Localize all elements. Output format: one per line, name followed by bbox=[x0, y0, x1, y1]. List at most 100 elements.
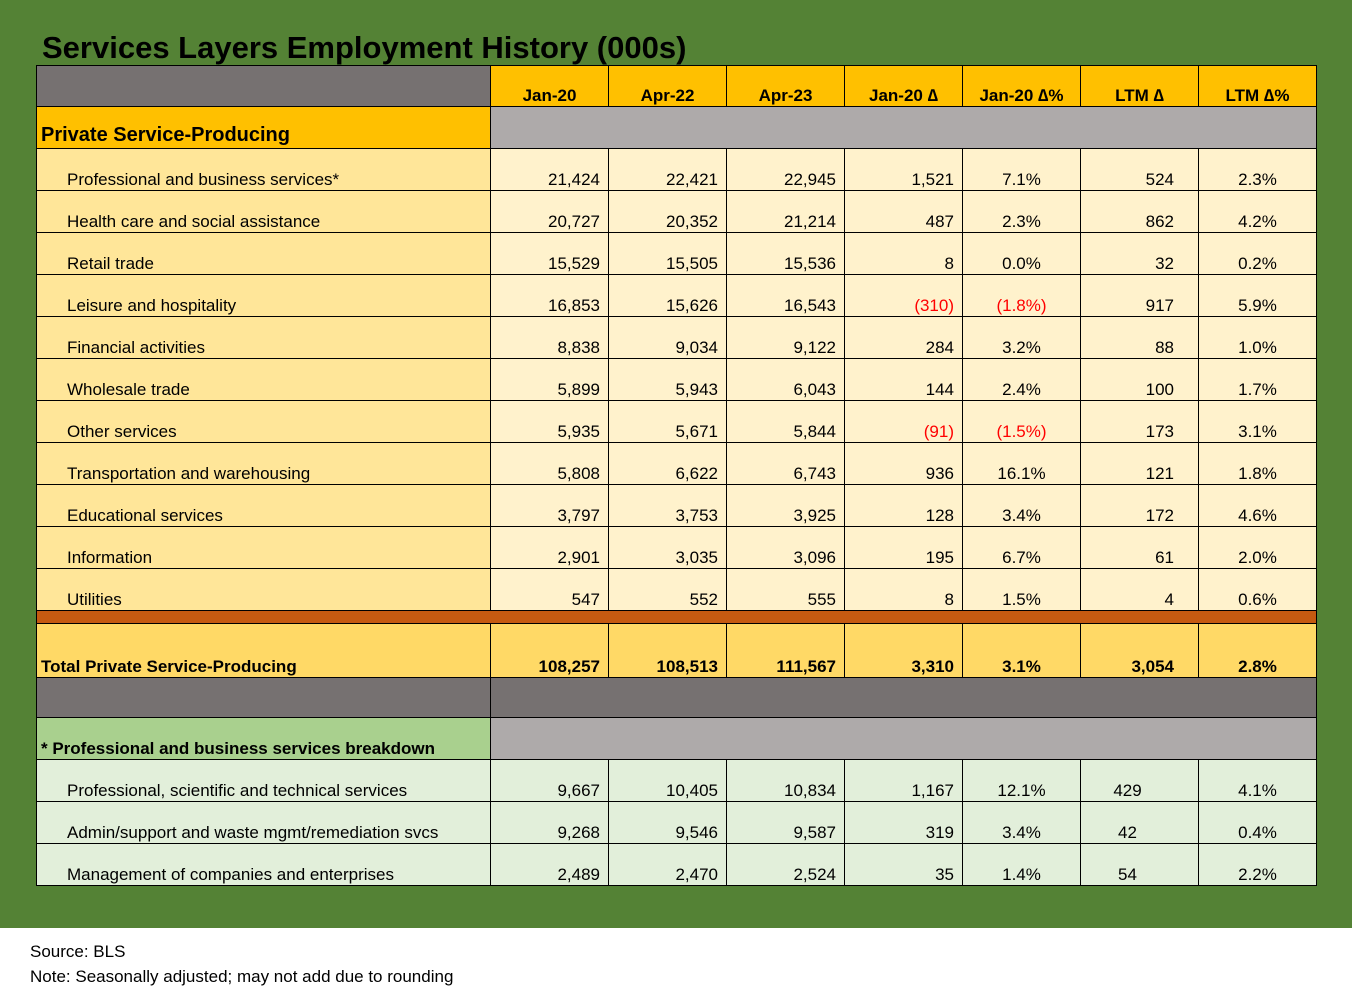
value-cell: 936 bbox=[844, 442, 963, 485]
value-cell: 8 bbox=[844, 232, 963, 275]
value-cell: 3.4% bbox=[962, 801, 1081, 844]
value-cell: 12.1% bbox=[962, 759, 1081, 802]
row-label: Information bbox=[36, 526, 491, 569]
value-cell: 9,587 bbox=[726, 801, 845, 844]
separator-row bbox=[36, 610, 1317, 624]
total-value: 108,257 bbox=[490, 623, 609, 678]
value-cell: 1.7% bbox=[1198, 358, 1317, 401]
value-cell: 21,214 bbox=[726, 190, 845, 233]
industry-row: Utilities 547 552 555 8 1.5% 4 0.6% bbox=[36, 568, 1317, 611]
value-cell: 4.6% bbox=[1198, 484, 1317, 527]
spacer-cell bbox=[36, 677, 491, 718]
value-cell: 552 bbox=[608, 568, 727, 611]
value-cell: 4 bbox=[1080, 568, 1199, 611]
value-cell: 0.6% bbox=[1198, 568, 1317, 611]
value-cell: 9,268 bbox=[490, 801, 609, 844]
value-cell: 4.2% bbox=[1198, 190, 1317, 233]
section-filler bbox=[490, 106, 1317, 149]
breakdown-filler bbox=[490, 717, 1317, 760]
page-title: Services Layers Employment History (000s… bbox=[42, 30, 687, 65]
value-cell: 172 bbox=[1080, 484, 1199, 527]
row-label: Financial activities bbox=[36, 316, 491, 359]
row-label: Health care and social assistance bbox=[36, 190, 491, 233]
value-cell: 1,167 bbox=[844, 759, 963, 802]
value-cell: 7.1% bbox=[962, 148, 1081, 191]
industry-row: Health care and social assistance 20,727 2… bbox=[36, 190, 1317, 233]
value-cell: 555 bbox=[726, 568, 845, 611]
value-cell: 16,543 bbox=[726, 274, 845, 317]
value-cell: 5.9% bbox=[1198, 274, 1317, 317]
value-cell: 2.3% bbox=[962, 190, 1081, 233]
value-cell: 1.4% bbox=[962, 843, 1081, 886]
source-note: Source: BLS bbox=[30, 942, 126, 961]
value-cell: 16.1% bbox=[962, 442, 1081, 485]
value-cell: 2.2% bbox=[1198, 843, 1317, 886]
column-header: Apr-23 bbox=[726, 65, 845, 107]
value-cell: 32 bbox=[1080, 232, 1199, 275]
value-cell: 284 bbox=[844, 316, 963, 359]
value-cell: 10,405 bbox=[608, 759, 727, 802]
total-value: 3,310 bbox=[844, 623, 963, 678]
total-row: Total Private Service-Producing 108,257 10… bbox=[36, 623, 1317, 678]
value-cell: 8,838 bbox=[490, 316, 609, 359]
value-cell: 20,352 bbox=[608, 190, 727, 233]
value-cell: 9,667 bbox=[490, 759, 609, 802]
value-cell: 6,743 bbox=[726, 442, 845, 485]
industry-row: Retail trade 15,529 15,505 15,536 8 0.0% 32 0.2… bbox=[36, 232, 1317, 275]
total-value: 3,054 bbox=[1080, 623, 1199, 678]
industry-row: Educational services 3,797 3,753 3,925 128 3.… bbox=[36, 484, 1317, 527]
value-cell: 2,901 bbox=[490, 526, 609, 569]
value-cell: (310) bbox=[844, 274, 963, 317]
value-cell: 10,834 bbox=[726, 759, 845, 802]
value-cell: 5,935 bbox=[490, 400, 609, 443]
value-cell: 1.0% bbox=[1198, 316, 1317, 359]
value-cell: 144 bbox=[844, 358, 963, 401]
value-cell: 35 bbox=[844, 843, 963, 886]
value-cell: 173 bbox=[1080, 400, 1199, 443]
section-title: Private Service-Producing bbox=[36, 106, 491, 149]
value-cell: 15,626 bbox=[608, 274, 727, 317]
value-cell: 21,424 bbox=[490, 148, 609, 191]
value-cell: 319 bbox=[844, 801, 963, 844]
value-cell: 5,844 bbox=[726, 400, 845, 443]
value-cell: 2,470 bbox=[608, 843, 727, 886]
spacer-cell bbox=[490, 677, 1317, 718]
value-cell: 9,546 bbox=[608, 801, 727, 844]
value-cell: 22,945 bbox=[726, 148, 845, 191]
value-cell: 15,505 bbox=[608, 232, 727, 275]
value-cell: 3,035 bbox=[608, 526, 727, 569]
total-value: 3.1% bbox=[962, 623, 1081, 678]
industry-row: Information 2,901 3,035 3,096 195 6.7% 61 2.0% bbox=[36, 526, 1317, 569]
value-cell: 1.5% bbox=[962, 568, 1081, 611]
breakdown-title: * Professional and business services bre… bbox=[36, 717, 491, 760]
value-cell: 22,421 bbox=[608, 148, 727, 191]
value-cell: 6.7% bbox=[962, 526, 1081, 569]
value-cell: 3.4% bbox=[962, 484, 1081, 527]
value-cell: 487 bbox=[844, 190, 963, 233]
value-cell: 16,853 bbox=[490, 274, 609, 317]
value-cell: 15,529 bbox=[490, 232, 609, 275]
row-label: Professional and business services* bbox=[36, 148, 491, 191]
value-cell: 3,797 bbox=[490, 484, 609, 527]
industry-row: Financial activities 8,838 9,034 9,122 284 3.… bbox=[36, 316, 1317, 359]
value-cell: 4.1% bbox=[1198, 759, 1317, 802]
value-cell: 3,753 bbox=[608, 484, 727, 527]
employment-table: Jan-20 Apr-22 Apr-23 Jan-20 ∆ Jan-20 ∆% LTM ∆… bbox=[36, 65, 1317, 886]
value-cell: 3.1% bbox=[1198, 400, 1317, 443]
value-cell: 0.2% bbox=[1198, 232, 1317, 275]
value-cell: 54 bbox=[1080, 843, 1199, 886]
value-cell: 917 bbox=[1080, 274, 1199, 317]
value-cell: 8 bbox=[844, 568, 963, 611]
row-label: Wholesale trade bbox=[36, 358, 491, 401]
value-cell: (1.8%) bbox=[962, 274, 1081, 317]
value-cell: 547 bbox=[490, 568, 609, 611]
industry-row: Wholesale trade 5,899 5,943 6,043 144 2.4% 100… bbox=[36, 358, 1317, 401]
industry-row: Leisure and hospitality 16,853 15,626 16,54… bbox=[36, 274, 1317, 317]
value-cell: 2.3% bbox=[1198, 148, 1317, 191]
row-label: Admin/support and waste mgmt/remediation… bbox=[36, 801, 491, 844]
industry-row: Other services 5,935 5,671 5,844 (91) (1.5%) 1… bbox=[36, 400, 1317, 443]
value-cell: 429 bbox=[1080, 759, 1199, 802]
value-cell: 61 bbox=[1080, 526, 1199, 569]
breakdown-row: Admin/support and waste mgmt/remediation… bbox=[36, 801, 1317, 844]
value-cell: 2.4% bbox=[962, 358, 1081, 401]
